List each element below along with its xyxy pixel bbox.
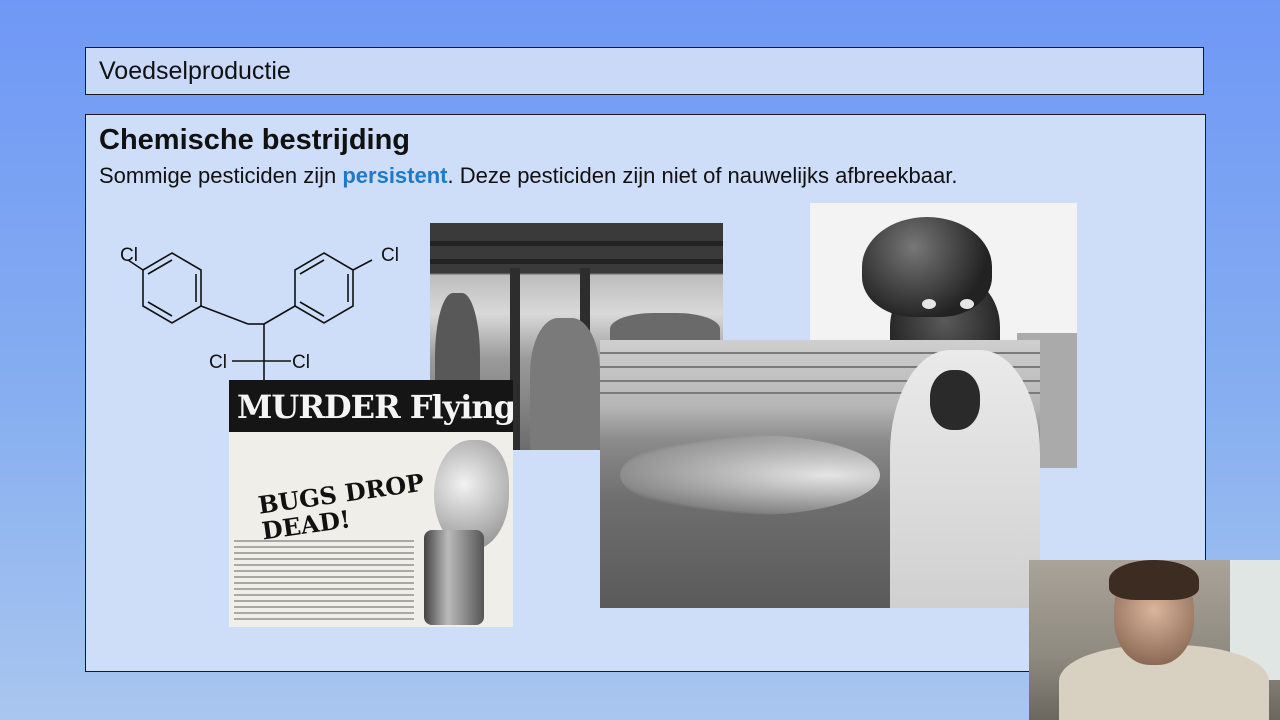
- chlorine-label: Cl: [209, 352, 227, 373]
- body-text-end: . Deze pesticiden zijn niet of nauwelijk…: [447, 163, 958, 188]
- chlorine-label: Cl: [381, 245, 399, 266]
- chlorine-label: Cl: [120, 245, 138, 266]
- ddt-structure-diagram: Cl Cl Cl Cl: [120, 245, 399, 380]
- slide-title-box: Voedselproductie: [85, 47, 1204, 95]
- vintage-insecticide-ad: MURDER Flying Pests BUGS DROP DEAD!: [229, 380, 513, 627]
- section-heading: Chemische bestrijding: [99, 124, 411, 156]
- highlight-term: persistent: [342, 163, 448, 188]
- slide-title: Voedselproductie: [99, 57, 291, 85]
- greenhouse-spraying-photo: [600, 340, 1040, 608]
- body-text-start: Sommige pesticiden zijn: [99, 163, 343, 188]
- webcam-presenter-video: [1029, 560, 1280, 720]
- body-text: Sommige pesticiden zijn persistent. Deze…: [99, 163, 957, 189]
- ad-headline: MURDER Flying Pests: [237, 388, 513, 426]
- chlorine-label: Cl: [292, 352, 310, 373]
